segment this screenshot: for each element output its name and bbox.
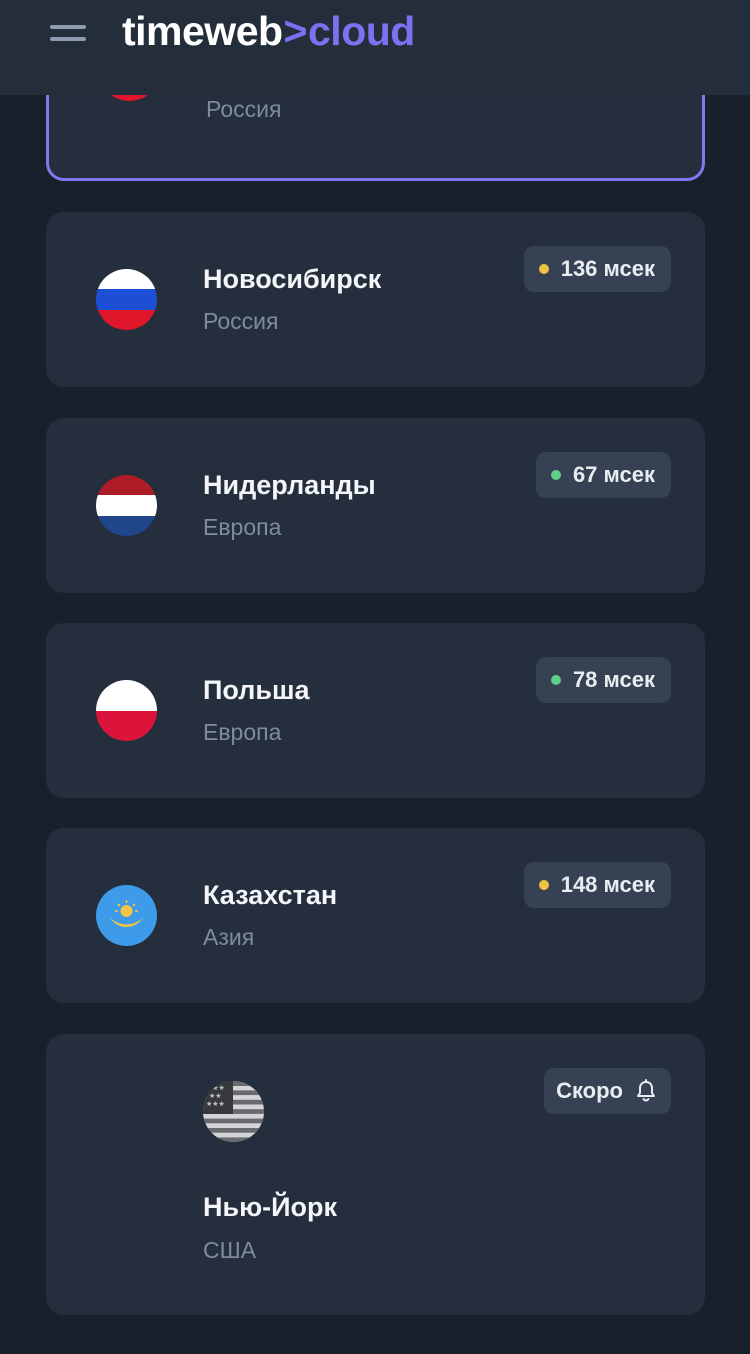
status-dot-icon — [550, 675, 561, 685]
latency-value: 67 мсек — [572, 462, 655, 487]
usa-flag-icon: ★★★ ★★ ★★★ — [203, 1081, 264, 1142]
latency-value: 136 мсек — [560, 256, 655, 281]
location-name: Новосибирск — [203, 264, 382, 294]
hamburger-menu-icon[interactable] — [50, 22, 88, 46]
russia-flag-icon — [96, 269, 157, 330]
status-dot-icon — [538, 264, 549, 274]
location-card-novosibirsk[interactable]: Новосибирск Россия 136 мсек — [46, 212, 705, 387]
latency-badge: 78 мсек — [535, 657, 671, 703]
location-region: Россия — [206, 96, 282, 122]
latency-badge: 67 мсек — [535, 452, 671, 498]
coming-soon-badge[interactable]: Скоро — [544, 1068, 671, 1114]
latency-badge: 148 мсек — [523, 862, 671, 908]
location-name: Нидерланды — [203, 470, 376, 500]
status-dot-icon — [538, 880, 549, 890]
location-region: Европа — [203, 514, 282, 540]
location-card-kazakhstan[interactable]: Казахстан Азия 148 мсек — [46, 828, 705, 1003]
location-name: Польша — [203, 675, 310, 705]
latency-badge: 136 мсек — [523, 246, 671, 292]
logo[interactable]: timeweb>cloud — [122, 8, 415, 55]
location-region: Россия — [203, 308, 279, 334]
location-region: Азия — [203, 924, 255, 950]
svg-text:★★★: ★★★ — [206, 1084, 225, 1092]
netherlands-flag-icon — [96, 475, 157, 536]
svg-text:★★: ★★ — [209, 1092, 222, 1100]
location-name: Казахстан — [203, 880, 338, 910]
location-card-new-york: ★★★ ★★ ★★★ Нью-Йорк США Скоро — [46, 1034, 705, 1315]
location-region: Европа — [203, 719, 282, 745]
status-dot-icon — [550, 470, 561, 480]
latency-value: 148 мсек — [560, 872, 655, 897]
poland-flag-icon — [96, 680, 157, 741]
kazakhstan-flag-icon — [96, 885, 157, 946]
location-card-poland[interactable]: Польша Европа 78 мсек — [46, 623, 705, 798]
svg-text:★★★: ★★★ — [206, 1100, 225, 1108]
location-name: Нью-Йорк — [203, 1192, 338, 1222]
location-region: США — [203, 1237, 257, 1263]
coming-soon-label: Скоро — [556, 1078, 623, 1103]
latency-value: 78 мсек — [572, 667, 655, 692]
bell-icon — [637, 1079, 655, 1102]
location-card-netherlands[interactable]: Нидерланды Европа 67 мсек — [46, 418, 705, 593]
app-header: timeweb>cloud — [0, 0, 750, 95]
